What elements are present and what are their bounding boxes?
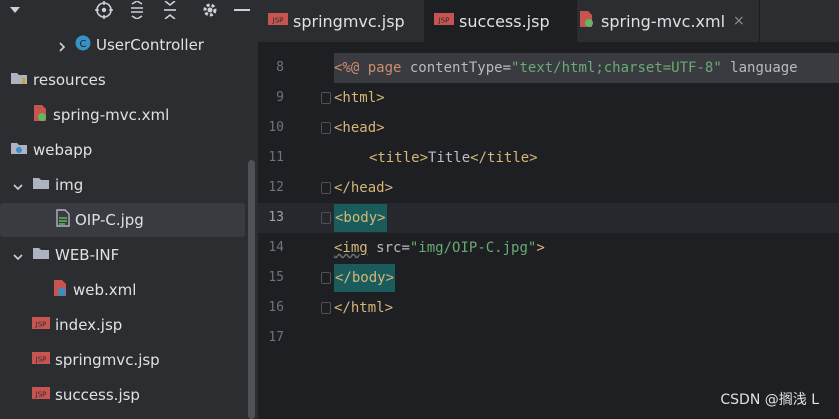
- tree-item-spring-mvc-xml[interactable]: spring-mvc.xml: [0, 98, 245, 132]
- tree-item-oip-c-jpg[interactable]: OIP-C.jpg: [0, 203, 245, 237]
- line-number: 14: [268, 240, 284, 255]
- tree-item-resources[interactable]: resources: [0, 63, 245, 97]
- code-line-10: <head>: [334, 120, 385, 136]
- code-line-13: <body>: [334, 203, 839, 233]
- tab-spring-mvc-xml[interactable]: spring-mvc.xml ×: [569, 0, 768, 42]
- chevron-down-icon[interactable]: [4, 0, 26, 20]
- tree-item-label: web.xml: [73, 281, 137, 299]
- collapse-all-icon[interactable]: [159, 0, 181, 20]
- svg-text:C: C: [80, 39, 87, 50]
- class-icon: C: [75, 35, 91, 55]
- chevron-down-icon[interactable]: [12, 249, 24, 261]
- code-line-12: </head>: [334, 180, 394, 196]
- tree-item-web-inf[interactable]: WEB-INF: [0, 238, 245, 272]
- project-tree-panel: C UserController resources spring-mvc.xm…: [0, 0, 258, 419]
- tree-item-index-jsp[interactable]: JSP index.jsp: [0, 308, 245, 342]
- code-line-8: <%@ page contentType = "text/html;charset=…: [334, 60, 798, 76]
- image-file-icon: [56, 209, 70, 231]
- xml-file-icon: [52, 279, 68, 301]
- tab-label: springmvc.jsp: [293, 11, 405, 31]
- code-line-16: </html>: [334, 300, 394, 316]
- svg-text:JSP: JSP: [35, 321, 47, 329]
- tab-success-jsp[interactable]: JSP success.jsp: [425, 0, 577, 42]
- svg-text:JSP: JSP: [35, 356, 47, 364]
- tree-item-label: webapp: [33, 141, 93, 159]
- tree-item-label: success.jsp: [55, 386, 140, 404]
- line-number: 17: [268, 330, 284, 345]
- xml-file-icon: [32, 104, 48, 126]
- fold-marker-icon[interactable]: [321, 122, 331, 134]
- folder-icon: [32, 175, 50, 195]
- jsp-file-icon: JSP: [32, 385, 50, 405]
- line-number: 11: [268, 150, 284, 165]
- web-folder-icon: [10, 140, 28, 160]
- tab-label: spring-mvc.xml: [601, 11, 726, 31]
- minimize-icon[interactable]: [231, 0, 253, 20]
- fold-marker-icon[interactable]: [321, 92, 331, 104]
- target-icon[interactable]: [93, 0, 115, 20]
- folder-icon: [32, 245, 50, 265]
- xml-file-icon: [578, 10, 596, 32]
- watermark-text: CSDN @搁浅 L: [720, 392, 819, 408]
- jsp-file-icon: JSP: [434, 11, 454, 31]
- line-number: 10: [268, 120, 284, 135]
- tree-item-success-jsp[interactable]: JSP success.jsp: [0, 378, 245, 412]
- matched-tag-highlight: </body>: [334, 264, 396, 292]
- matched-tag-highlight: <body>: [334, 204, 387, 232]
- editor-tab-bar: JSP springmvc.jsp JSP success.jsp spring…: [258, 0, 839, 43]
- tree-item-label: OIP-C.jpg: [75, 211, 144, 229]
- line-number: 16: [268, 300, 284, 315]
- tree-item-label: UserController: [96, 36, 204, 54]
- code-line-9: <html>: [334, 90, 385, 106]
- tree-item-web-xml[interactable]: web.xml: [0, 273, 245, 307]
- tab-divider: [759, 0, 760, 42]
- code-line-15: </body>: [334, 263, 839, 293]
- tree-item-usercontroller[interactable]: C UserController: [0, 28, 245, 62]
- tree-item-label: WEB-INF: [55, 246, 120, 264]
- svg-text:JSP: JSP: [272, 17, 284, 25]
- tree-item-springmvc-jsp[interactable]: JSP springmvc.jsp: [0, 343, 245, 377]
- tree-scrollbar[interactable]: [248, 160, 255, 419]
- tree-item-label: springmvc.jsp: [55, 351, 160, 369]
- line-number: 8: [276, 60, 284, 75]
- fold-marker-icon[interactable]: [321, 182, 331, 194]
- fold-marker-icon[interactable]: [321, 272, 331, 284]
- fold-marker-icon[interactable]: [321, 302, 331, 314]
- gear-icon[interactable]: [199, 0, 221, 20]
- tab-label: success.jsp: [459, 11, 550, 31]
- jsp-file-icon: JSP: [268, 11, 288, 31]
- svg-text:JSP: JSP: [438, 17, 450, 25]
- tab-springmvc-jsp[interactable]: JSP springmvc.jsp: [258, 0, 434, 42]
- tree-item-img[interactable]: img: [0, 168, 245, 202]
- svg-text:JSP: JSP: [35, 391, 47, 399]
- chevron-down-icon[interactable]: [12, 179, 24, 191]
- fold-marker-icon[interactable]: [321, 212, 331, 224]
- line-number-current: 13: [268, 210, 284, 225]
- tree-item-webapp[interactable]: webapp: [0, 133, 245, 167]
- code-editor[interactable]: 8 9 10 11 12 13 14 15 16 17 <%@ page con…: [258, 43, 839, 419]
- line-number: 12: [268, 180, 284, 195]
- tree-item-label: img: [55, 176, 84, 194]
- jsp-file-icon: JSP: [32, 315, 50, 335]
- expand-all-icon[interactable]: [126, 0, 148, 20]
- code-line-14: <img src = "img/OIP-C.jpg" >: [334, 240, 545, 256]
- jsp-file-icon: JSP: [32, 350, 50, 370]
- tree-item-label: spring-mvc.xml: [53, 106, 170, 124]
- folder-icon: [10, 70, 28, 90]
- close-icon[interactable]: ×: [733, 13, 745, 29]
- chevron-right-icon[interactable]: [56, 39, 68, 52]
- tree-item-label: resources: [33, 71, 106, 89]
- line-number: 9: [276, 90, 284, 105]
- tree-item-label: index.jsp: [55, 316, 123, 334]
- line-number: 15: [268, 270, 284, 285]
- code-line-11: <title> Title </title>: [369, 150, 538, 166]
